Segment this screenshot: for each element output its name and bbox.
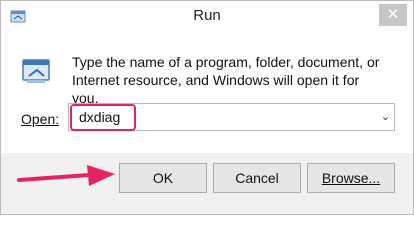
window-title: Run	[193, 7, 221, 24]
close-icon: ✕	[386, 6, 400, 23]
title-bar: Run ✕	[1, 1, 413, 31]
input-highlight-box	[70, 104, 136, 131]
open-label-text: Open:	[21, 111, 60, 127]
ok-button-label: OK	[152, 170, 174, 186]
browse-button-label: Browse...	[321, 170, 381, 186]
ok-button[interactable]: OK	[119, 163, 207, 193]
close-button[interactable]: ✕	[379, 4, 407, 26]
cancel-button-label: Cancel	[235, 170, 279, 186]
run-dialog: Run ✕ Type the name of a program, folder…	[0, 0, 414, 215]
dialog-content: Type the name of a program, folder, docu…	[1, 31, 413, 153]
browse-button[interactable]: Browse...	[307, 163, 395, 193]
cancel-button[interactable]: Cancel	[213, 163, 301, 193]
dialog-description: Type the name of a program, folder, docu…	[72, 54, 380, 106]
run-program-icon	[22, 59, 50, 83]
open-label: Open:	[21, 111, 59, 127]
chevron-down-icon[interactable]: ⌄	[381, 110, 390, 123]
pointer-arrow-icon	[17, 165, 115, 186]
